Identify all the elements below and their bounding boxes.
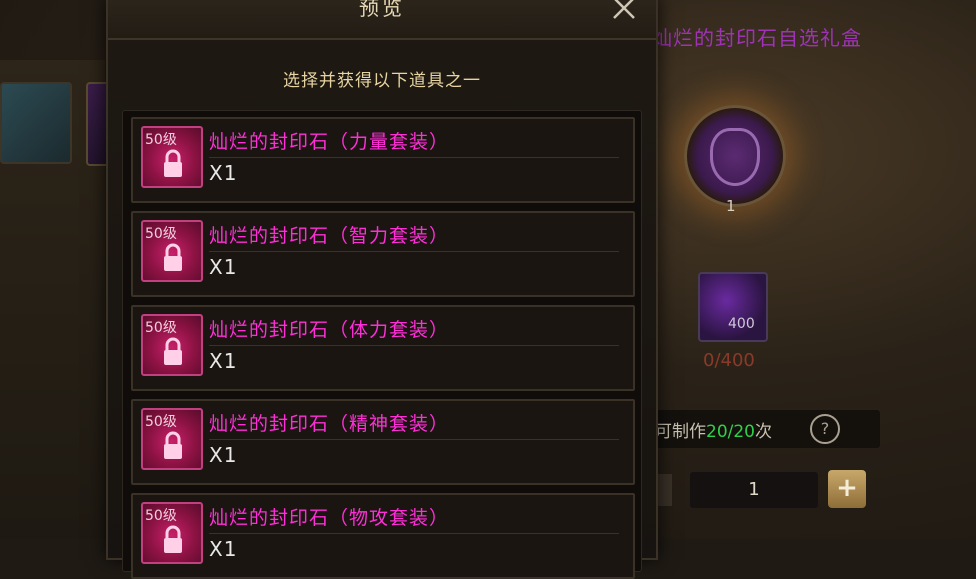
item-quantity: X1: [209, 537, 238, 561]
help-icon[interactable]: ?: [810, 414, 840, 444]
divider: [209, 439, 619, 440]
item-level: 50级: [145, 132, 177, 148]
lock-icon: [164, 525, 182, 553]
lock-icon: [164, 431, 182, 459]
seal-stone-icon[interactable]: 50级: [141, 126, 203, 188]
quantity-input[interactable]: 1: [690, 472, 818, 508]
lock-icon: [164, 243, 182, 271]
item-level: 50级: [145, 508, 177, 524]
list-item[interactable]: 50级 灿烂的封印石（体力套装） X1: [131, 305, 635, 391]
list-item[interactable]: 50级 灿烂的封印石（智力套装） X1: [131, 211, 635, 297]
craft-suffix: 次: [755, 422, 772, 442]
item-name: 灿烂的封印石（精神套装）: [209, 413, 450, 435]
craft-prefix: 可制作: [655, 422, 706, 442]
item-level: 50级: [145, 414, 177, 430]
dialog-header: 预览: [108, 0, 656, 40]
divider: [209, 533, 619, 534]
background-item-slot[interactable]: [0, 82, 72, 164]
divider: [209, 157, 619, 158]
craft-info: 可制作20/20次: [655, 417, 772, 442]
emblem-count: 1: [726, 197, 736, 215]
emblem-glyph-icon: [710, 128, 760, 186]
seal-stone-icon[interactable]: 50级: [141, 314, 203, 376]
divider: [209, 251, 619, 252]
item-name: 灿烂的封印石（力量套装）: [209, 131, 450, 153]
item-level: 50级: [145, 226, 177, 242]
item-quantity: X1: [209, 349, 238, 373]
item-name: 灿烂的封印石（体力套装）: [209, 319, 450, 341]
lock-icon: [164, 149, 182, 177]
seal-stone-icon[interactable]: 50级: [141, 408, 203, 470]
item-quantity: X1: [209, 161, 238, 185]
seal-stone-icon[interactable]: 50级: [141, 502, 203, 564]
material-progress: 0/400: [703, 350, 755, 371]
close-icon: [613, 0, 635, 19]
list-item[interactable]: 50级 灿烂的封印石（物攻套装） X1: [131, 493, 635, 579]
material-count: 400: [728, 316, 755, 332]
divider: [209, 345, 619, 346]
item-name: 灿烂的封印石（物攻套装）: [209, 507, 450, 529]
dialog-subtitle: 选择并获得以下道具之一: [283, 71, 481, 91]
preview-dialog: 预览 选择并获得以下道具之一 50级 灿烂的封印石（力量套装） X1 50级 灿…: [106, 0, 658, 579]
seal-stone-icon[interactable]: 50级: [141, 220, 203, 282]
lock-icon: [164, 337, 182, 365]
dialog-title: 预览: [359, 0, 405, 20]
item-list[interactable]: 50级 灿烂的封印石（力量套装） X1 50级 灿烂的封印石（智力套装） X1: [122, 110, 642, 579]
item-name: 灿烂的封印石（智力套装）: [209, 225, 450, 247]
plus-button[interactable]: +: [828, 470, 866, 508]
close-button[interactable]: [608, 0, 640, 24]
item-quantity: X1: [209, 255, 238, 279]
craft-count: 20/20: [706, 422, 755, 442]
list-item[interactable]: 50级 灿烂的封印石（精神套装） X1: [131, 399, 635, 485]
list-item[interactable]: 50级 灿烂的封印石（力量套装） X1: [131, 117, 635, 203]
item-level: 50级: [145, 320, 177, 336]
item-quantity: X1: [209, 443, 238, 467]
background-title: 灿烂的封印石自选礼盒: [652, 26, 862, 50]
